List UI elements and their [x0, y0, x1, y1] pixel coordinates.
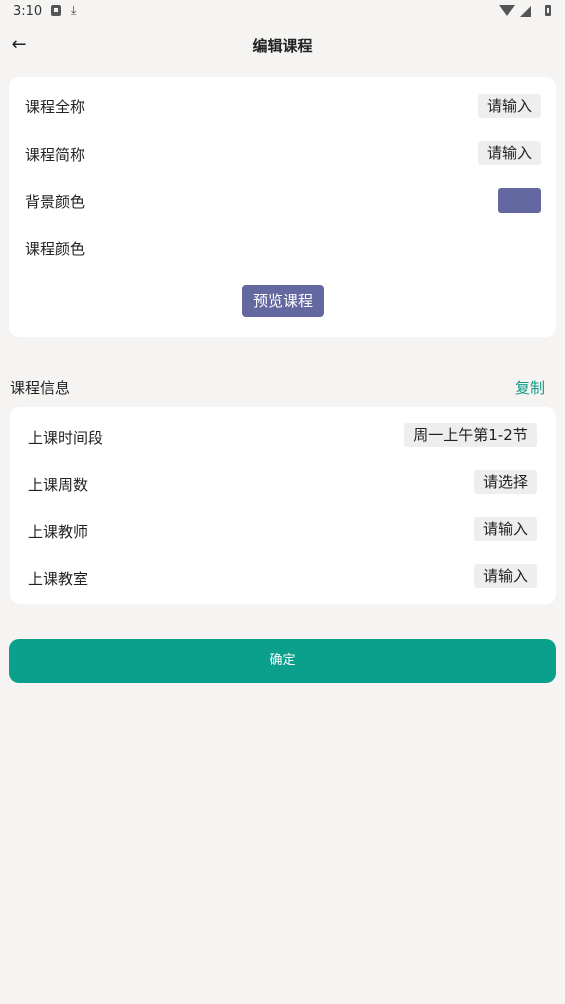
short-name-label: 课程简称 [25, 146, 86, 164]
notification-icon [51, 5, 61, 16]
row-teacher: 上课教师 请输入 [10, 510, 556, 550]
status-time: 3:10 [13, 4, 43, 19]
battery-icon [545, 5, 551, 16]
app-bar: ← 编辑课程 [0, 24, 565, 68]
course-card: 课程全称 请输入 课程简称 请输入 背景颜色 课程颜色 预览课程 [9, 77, 556, 337]
full-name-input[interactable]: 请输入 [478, 94, 541, 118]
full-name-label: 课程全称 [25, 98, 86, 116]
background-color-label: 背景颜色 [25, 193, 86, 211]
row-weeks: 上课周数 请选择 [10, 463, 556, 503]
time-slot-label: 上课时间段 [28, 429, 104, 447]
course-info-card: 上课时间段 周一上午第1-2节 上课周数 请选择 上课教师 请输入 上课教室 请… [10, 407, 556, 604]
row-background-color: 背景颜色 [9, 180, 556, 220]
download-icon: ⤓ [71, 3, 77, 17]
copy-button[interactable]: 复制 [515, 377, 545, 398]
row-full-name: 课程全称 请输入 [9, 85, 556, 125]
course-color-label: 课程颜色 [25, 240, 86, 258]
row-time-slot: 上课时间段 周一上午第1-2节 [10, 416, 556, 456]
row-short-name: 课程简称 请输入 [9, 133, 556, 173]
row-course-color: 课程颜色 [9, 227, 556, 267]
course-info-title: 课程信息 [10, 379, 71, 397]
preview-course-button[interactable]: 预览课程 [242, 285, 324, 317]
confirm-button[interactable]: 确定 [9, 639, 556, 683]
signal-icon [520, 6, 531, 17]
course-color-swatch[interactable] [498, 235, 541, 260]
status-bar: 3:10 ⤓ [0, 0, 565, 24]
wifi-icon [499, 5, 515, 16]
classroom-label: 上课教室 [28, 570, 89, 588]
teacher-label: 上课教师 [28, 523, 89, 541]
classroom-input[interactable]: 请输入 [474, 564, 537, 588]
weeks-label: 上课周数 [28, 476, 89, 494]
short-name-input[interactable]: 请输入 [478, 141, 541, 165]
background-color-swatch[interactable] [498, 188, 541, 213]
teacher-input[interactable]: 请输入 [474, 517, 537, 541]
row-classroom: 上课教室 请输入 [10, 557, 556, 597]
page-title: 编辑课程 [252, 37, 313, 55]
weeks-select[interactable]: 请选择 [474, 470, 537, 494]
time-slot-select[interactable]: 周一上午第1-2节 [404, 423, 537, 447]
